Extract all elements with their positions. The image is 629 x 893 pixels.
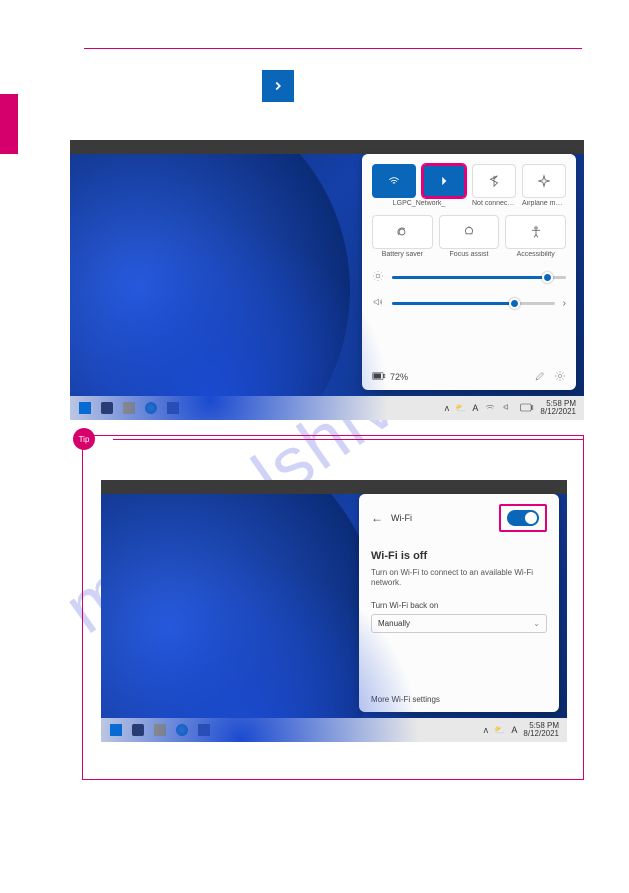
bluetooth-tile[interactable] — [472, 164, 516, 198]
quick-settings-panel: LGPC_Network_ Not connected Airplane mod… — [362, 154, 576, 390]
dropdown-value: Manually — [378, 619, 410, 628]
battery-saver-label: Battery saver — [372, 251, 433, 258]
wifi-label: LGPC_Network_ — [372, 200, 466, 207]
access-label: Accessibility — [505, 251, 566, 258]
tray-chevron-icon[interactable]: ʌ — [484, 725, 489, 735]
wifi-tile[interactable] — [372, 164, 416, 198]
battery-icon — [372, 371, 386, 383]
quick-tiles-row-1 — [372, 164, 566, 198]
volume-slider[interactable] — [392, 302, 555, 305]
wifi-toggle-highlight — [499, 504, 547, 532]
brightness-row — [372, 270, 566, 284]
panel-footer: 72% — [372, 370, 566, 384]
volume-row: › — [372, 296, 566, 310]
wifi-expand-tile[interactable] — [422, 164, 466, 198]
start-icon[interactable] — [109, 723, 123, 737]
screenshot-quick-settings: LGPC_Network_ Not connected Airplane mod… — [70, 140, 584, 420]
quick-tiles-row-2 — [372, 215, 566, 249]
wifi-off-title: Wi-Fi is off — [371, 550, 547, 562]
wifi-toggle[interactable] — [507, 510, 539, 526]
airplane-tile[interactable] — [522, 164, 566, 198]
taskbar: ʌ ⛅ A 5:58 PM 8/12/2021 — [70, 396, 584, 420]
back-icon[interactable]: ← — [371, 511, 383, 525]
window-titlebar — [70, 140, 584, 154]
tray-lang-indicator[interactable]: A — [511, 725, 517, 735]
taskbar-clock[interactable]: 5:58 PM 8/12/2021 — [523, 722, 559, 738]
chevron-down-icon: ⌄ — [533, 619, 540, 628]
edge-icon[interactable] — [144, 401, 158, 415]
edit-icon[interactable] — [534, 370, 546, 384]
airplane-label: Airplane mode — [522, 200, 566, 207]
tray-chevron-icon[interactable]: ʌ — [445, 403, 450, 413]
window-titlebar — [101, 480, 567, 494]
tip-callout: Tip ← Wi-Fi Wi-Fi is off Turn on Wi-Fi t… — [82, 435, 584, 780]
store-icon[interactable] — [197, 723, 211, 737]
page-edge-tab — [0, 94, 18, 154]
clock-date: 8/12/2021 — [523, 730, 559, 738]
store-icon[interactable] — [166, 401, 180, 415]
instruction-arrow-icon — [262, 70, 294, 102]
accessibility-tile[interactable] — [505, 215, 566, 249]
tray-network-icon[interactable] — [484, 402, 496, 414]
wifi-panel-header: ← Wi-Fi — [371, 504, 547, 532]
turn-back-dropdown[interactable]: Manually ⌄ — [371, 614, 547, 633]
tray-volume-icon[interactable] — [502, 402, 514, 414]
turn-back-label: Turn Wi-Fi back on — [371, 601, 547, 610]
brightness-slider[interactable] — [392, 276, 566, 279]
clock-date: 8/12/2021 — [540, 408, 576, 416]
bt-label: Not connected — [472, 200, 516, 207]
explorer-icon[interactable] — [153, 723, 167, 737]
tray-lang-indicator[interactable]: A — [472, 403, 478, 413]
volume-icon — [372, 296, 384, 310]
taskbar-clock[interactable]: 5:58 PM 8/12/2021 — [540, 400, 576, 416]
search-icon[interactable] — [100, 401, 114, 415]
focus-label: Focus assist — [439, 251, 500, 258]
battery-percent: 72% — [390, 372, 408, 382]
battery-saver-tile[interactable] — [372, 215, 433, 249]
tray-onedrive-icon[interactable]: ⛅ — [494, 725, 505, 736]
horizontal-divider — [84, 48, 582, 49]
tray-onedrive-icon[interactable]: ⛅ — [455, 403, 466, 414]
edge-icon[interactable] — [175, 723, 189, 737]
volume-expand-icon[interactable]: › — [563, 298, 566, 309]
wifi-detail-panel: ← Wi-Fi Wi-Fi is off Turn on Wi-Fi to co… — [359, 494, 559, 712]
screenshot-wifi-panel: ← Wi-Fi Wi-Fi is off Turn on Wi-Fi to co… — [101, 480, 567, 742]
tip-divider — [113, 439, 583, 440]
wifi-header-label: Wi-Fi — [391, 513, 412, 523]
focus-assist-tile[interactable] — [439, 215, 500, 249]
wifi-off-body: Turn on Wi-Fi to connect to an available… — [371, 568, 547, 589]
brightness-icon — [372, 270, 384, 284]
taskbar: ʌ ⛅ A 5:58 PM 8/12/2021 — [101, 718, 567, 742]
search-icon[interactable] — [131, 723, 145, 737]
tray-battery-icon[interactable] — [520, 403, 534, 414]
quick-tile-labels-2: Battery saver Focus assist Accessibility — [372, 251, 566, 258]
quick-tile-labels-1: LGPC_Network_ Not connected Airplane mod… — [372, 200, 566, 207]
tip-badge: Tip — [73, 428, 95, 450]
explorer-icon[interactable] — [122, 401, 136, 415]
settings-icon[interactable] — [554, 370, 566, 384]
more-wifi-link[interactable]: More Wi-Fi settings — [371, 695, 440, 704]
start-icon[interactable] — [78, 401, 92, 415]
